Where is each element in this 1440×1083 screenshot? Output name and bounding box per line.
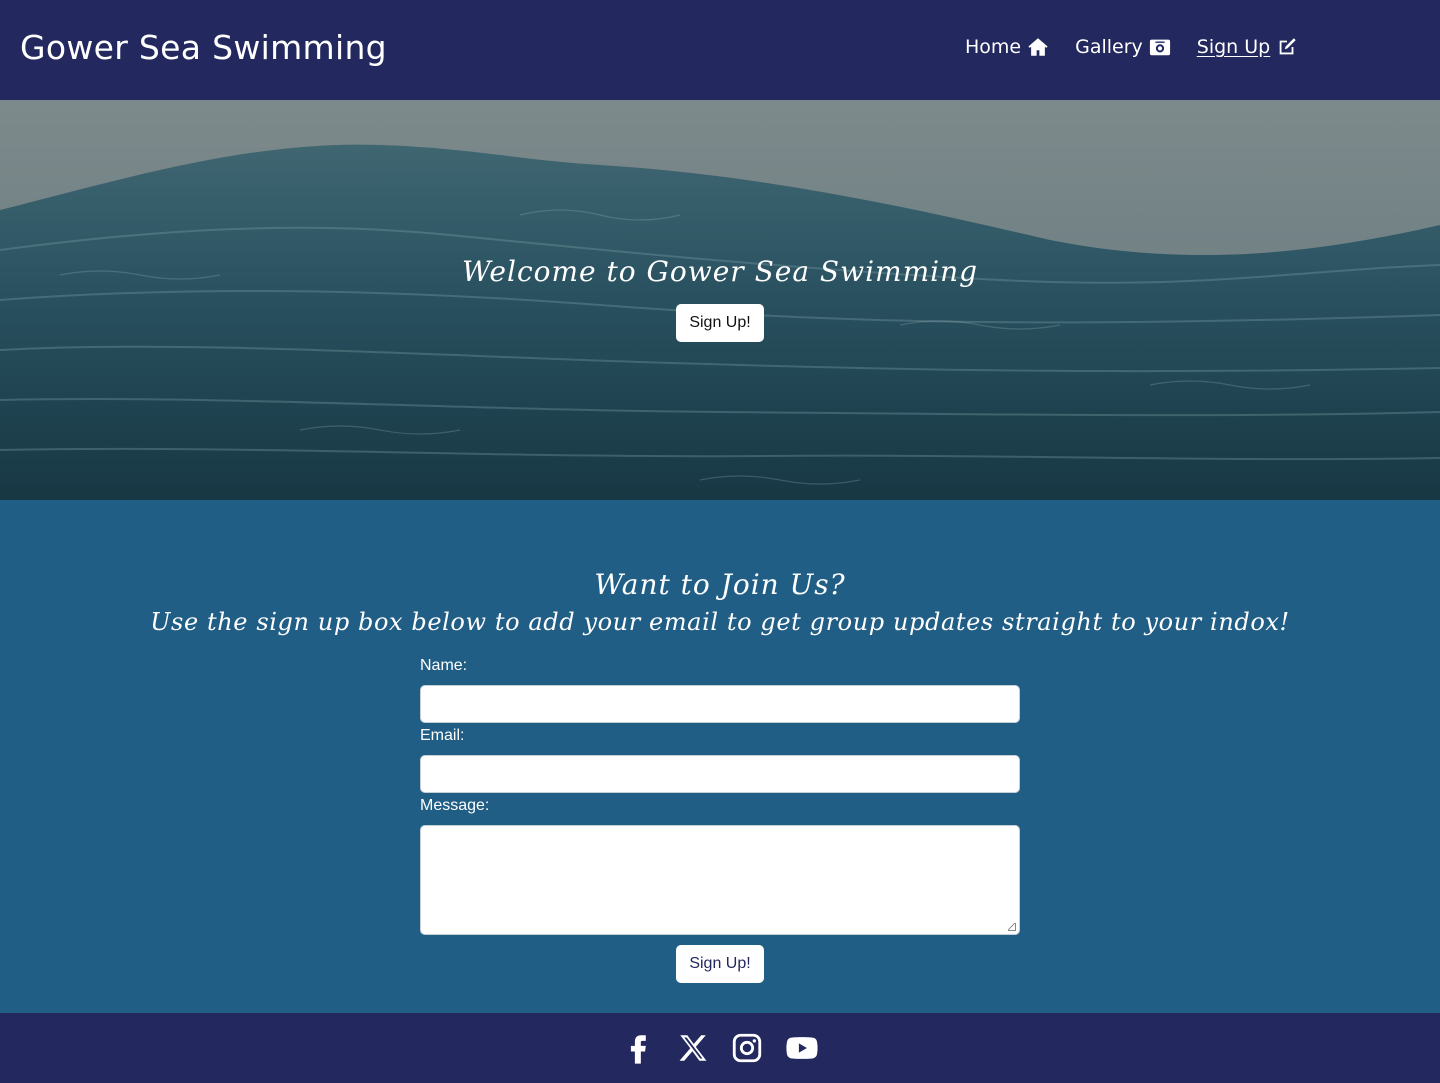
sea-waves-image — [0, 100, 1440, 500]
message-label: Message: — [420, 797, 490, 814]
nav-signup[interactable]: Sign Up — [1197, 36, 1298, 58]
hero-title: Welcome to Gower Sea Swimming — [461, 255, 979, 288]
message-textarea[interactable] — [420, 825, 1020, 935]
email-label: Email: — [420, 727, 465, 744]
main-nav: Home Gallery Sign Up — [965, 36, 1298, 58]
youtube-icon[interactable] — [785, 1031, 819, 1065]
site-brand[interactable]: Gower Sea Swimming — [20, 28, 387, 67]
instagram-icon[interactable] — [730, 1031, 764, 1065]
site-footer — [0, 1013, 1440, 1083]
resize-handle[interactable] — [1008, 923, 1016, 931]
edit-icon — [1279, 38, 1296, 55]
camera-icon — [1149, 39, 1170, 56]
nav-gallery[interactable]: Gallery — [1075, 36, 1171, 58]
signup-subtitle: Use the sign up box below to add your em… — [150, 608, 1290, 636]
hero-signup-button[interactable]: Sign Up! — [676, 304, 764, 342]
facebook-icon[interactable] — [621, 1031, 655, 1065]
x-twitter-icon[interactable] — [676, 1031, 710, 1065]
email-input[interactable] — [420, 755, 1020, 793]
nav-gallery-label: Gallery — [1075, 36, 1143, 58]
nav-home-label: Home — [965, 36, 1022, 58]
submit-signup-button[interactable]: Sign Up! — [676, 945, 764, 983]
name-label: Name: — [420, 657, 468, 674]
site-header: Gower Sea Swimming Home Gallery Sign Up — [0, 0, 1440, 100]
nav-signup-label: Sign Up — [1196, 36, 1271, 58]
hero-banner: Welcome to Gower Sea Swimming Sign Up! — [0, 100, 1440, 500]
nav-home[interactable]: Home — [965, 36, 1049, 58]
name-input[interactable] — [420, 685, 1020, 723]
signup-title: Want to Join Us? — [594, 568, 846, 601]
home-icon — [1028, 38, 1048, 56]
signup-section: Want to Join Us? Use the sign up box bel… — [0, 500, 1440, 1013]
